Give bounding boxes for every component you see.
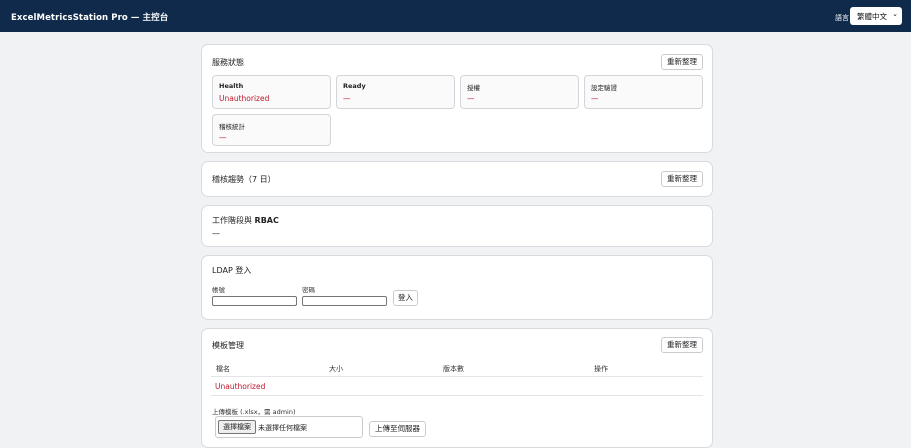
- language-select[interactable]: 繁體中文 ⌄: [850, 7, 902, 25]
- column-header-filename: 檔名: [216, 365, 230, 373]
- session-rbac-title-suffix: RBAC: [254, 216, 279, 225]
- status-refresh-button[interactable]: 重新整理: [661, 54, 703, 70]
- template-management-card: 模板管理 重新整理 檔名 大小 版本數 操作 Unauthorized 上傳模板…: [201, 328, 713, 448]
- audit-stats-stat-value: —: [219, 133, 227, 142]
- upload-template-label: 上傳模板 (.xlsx，需 admin): [212, 408, 296, 416]
- chevron-down-icon: ⌄: [892, 10, 898, 18]
- audit-stats-stat-label: 稽核統計: [219, 123, 245, 131]
- session-rbac-value: —: [212, 229, 220, 238]
- ldap-login-title: LDAP 登入: [212, 266, 252, 275]
- license-stat: 授權 —: [460, 75, 579, 109]
- app-title: ExcelMetricsStation Pro — 主控台: [11, 13, 169, 23]
- session-rbac-title: 工作階段與 RBAC: [212, 215, 279, 226]
- audit-trend-title: 稽核趨勢（7 日）: [212, 175, 276, 184]
- status-card: 服務狀態 重新整理 Health Unauthorized Ready — 授權…: [201, 44, 713, 153]
- language-label: 語言: [835, 14, 849, 22]
- session-rbac-title-prefix: 工作階段與: [212, 216, 255, 225]
- audit-trend-card: 稽核趨勢（7 日） 重新整理: [201, 161, 713, 197]
- ready-stat: Ready —: [336, 75, 455, 109]
- password-label: 密碼: [302, 286, 315, 294]
- upload-to-server-button[interactable]: 上傳至伺服器: [369, 421, 426, 437]
- config-validation-stat-value: —: [591, 94, 599, 103]
- file-picker[interactable]: 選擇檔案 未選擇任何檔案: [215, 416, 363, 438]
- table-row-divider: [211, 395, 703, 396]
- table-header-divider: [211, 376, 703, 377]
- license-stat-label: 授權: [467, 84, 480, 92]
- no-file-selected-text: 未選擇任何檔案: [258, 424, 307, 432]
- ready-stat-value: —: [343, 94, 351, 103]
- account-input[interactable]: [212, 296, 297, 306]
- column-header-size: 大小: [329, 365, 343, 373]
- session-rbac-card: 工作階段與 RBAC —: [201, 205, 713, 247]
- column-header-versions: 版本數: [443, 365, 464, 373]
- config-validation-stat: 設定驗證 —: [584, 75, 703, 109]
- password-input[interactable]: [302, 296, 387, 306]
- template-management-title: 模板管理: [212, 341, 244, 350]
- templates-refresh-button[interactable]: 重新整理: [661, 337, 703, 353]
- ldap-login-card: LDAP 登入 帳號 密碼 登入: [201, 255, 713, 320]
- top-bar: ExcelMetricsStation Pro — 主控台 語言 繁體中文 ⌄: [0, 0, 911, 32]
- login-button[interactable]: 登入: [393, 290, 418, 306]
- choose-file-button[interactable]: 選擇檔案: [218, 420, 256, 434]
- language-select-value: 繁體中文: [857, 12, 887, 21]
- config-validation-stat-label: 設定驗證: [591, 84, 617, 92]
- health-stat-label: Health: [219, 82, 244, 90]
- account-label: 帳號: [212, 286, 225, 294]
- table-error-row: Unauthorized: [215, 382, 266, 391]
- license-stat-value: —: [467, 94, 475, 103]
- health-stat-value: Unauthorized: [219, 94, 270, 103]
- column-header-actions: 操作: [594, 365, 608, 373]
- ready-stat-label: Ready: [343, 82, 366, 90]
- health-stat: Health Unauthorized: [212, 75, 331, 109]
- status-card-title: 服務狀態: [212, 58, 244, 67]
- trend-refresh-button[interactable]: 重新整理: [661, 171, 703, 187]
- audit-stats-stat: 稽核統計 —: [212, 114, 331, 146]
